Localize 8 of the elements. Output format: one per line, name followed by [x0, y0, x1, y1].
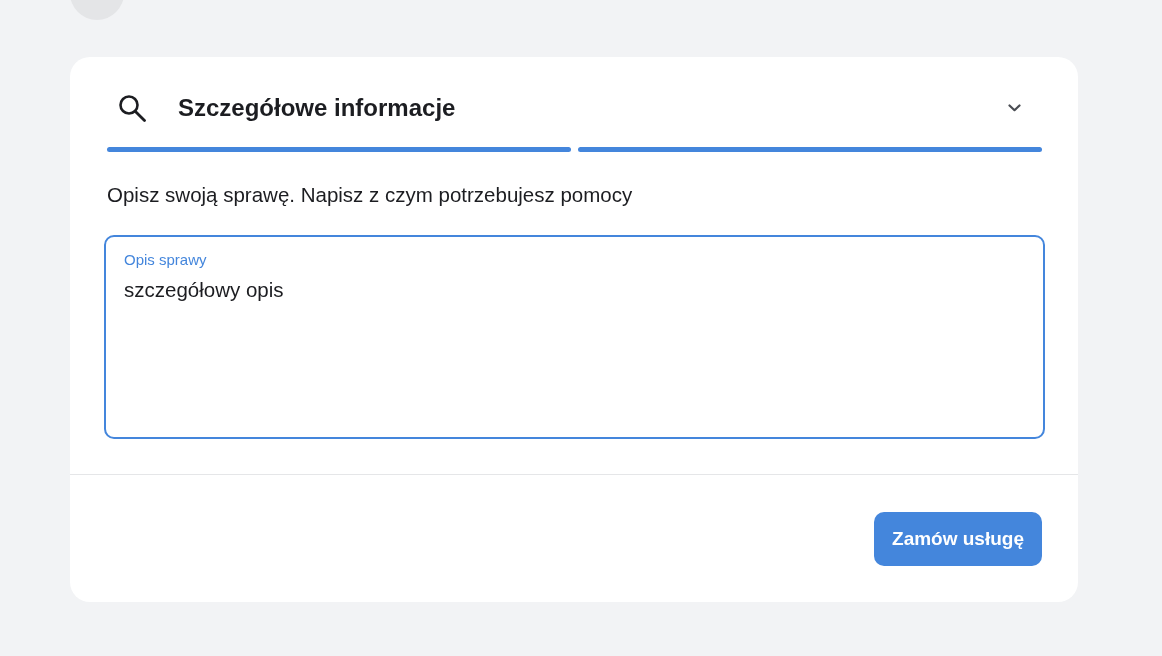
- field-label: Opis sprawy: [124, 251, 208, 269]
- chevron-down-icon[interactable]: [1008, 104, 1021, 112]
- search-icon: [118, 94, 146, 122]
- section-title: Szczegółowe informacje: [178, 94, 457, 122]
- order-service-button[interactable]: Zamów usługę: [874, 512, 1042, 566]
- description-field[interactable]: Opis sprawy szczegółowy opis: [104, 235, 1045, 439]
- field-value: szczegółowy opis: [124, 278, 285, 302]
- instruction-text: Opisz swoją sprawę. Napisz z czym potrzebujesz pomocy: [107, 182, 634, 208]
